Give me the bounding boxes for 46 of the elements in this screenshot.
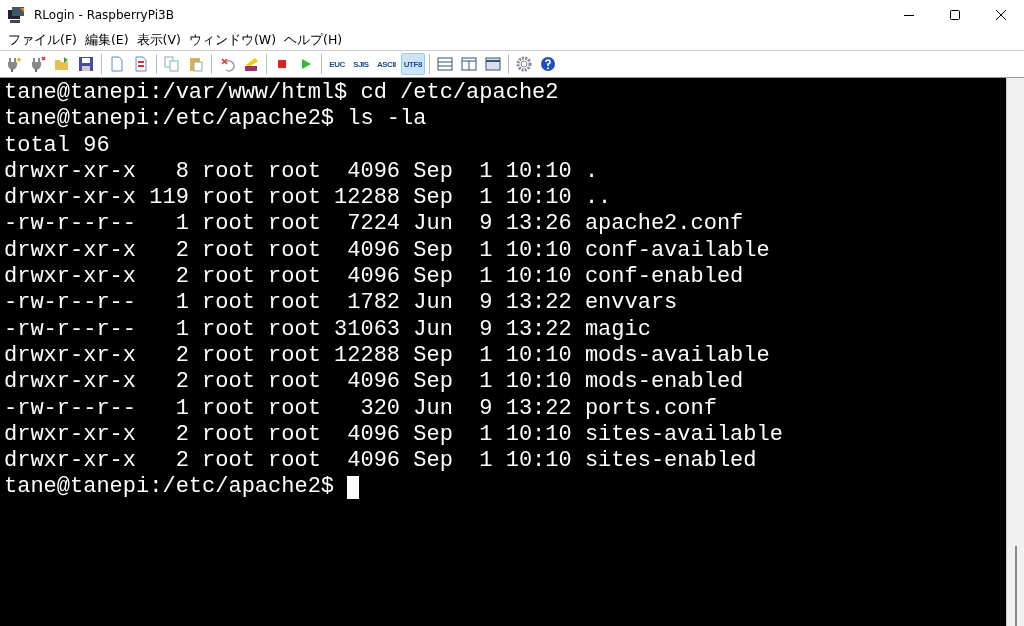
terminal-line: total 96: [4, 132, 111, 159]
terminal-line: drwxr-xr-x 2 root root 4096 Sep 1 10:10 mods-enabled: [4, 369, 745, 396]
terminal-line: drwxr-xr-x 2 root root 4096 Sep 1 10:10 conf-available: [4, 237, 771, 265]
terminal-line: tane@tanepi:/var/www/html$ cd /etc/apache2: [4, 80, 560, 107]
encoding-button[interactable]: ASCII: [374, 53, 399, 75]
copy-icon: [164, 56, 180, 72]
save-icon: [78, 56, 94, 72]
encoding-button[interactable]: UTF8: [400, 53, 425, 75]
folder-icon: [54, 56, 70, 72]
plug-icon: [6, 56, 22, 72]
terminal-line: -rw-r--r-- 1 root root 31063 Jun 9 13:22 magic: [4, 316, 652, 343]
terminal-app-icon: [8, 7, 26, 23]
terminal-line: drwxr-xr-x 2 root root 12288 Sep 1 10:10 mods-available: [4, 342, 771, 370]
scrollbar[interactable]: [1006, 78, 1024, 626]
minimize-icon: [904, 14, 914, 16]
window-layout-icon: [436, 56, 453, 72]
terminal-line: drwxr-xr-x 8 root root 4096 Sep 1 10:10 .: [4, 158, 600, 186]
menu-item[interactable]: ヘルプ(H): [280, 31, 347, 49]
terminal-line: drwxr-xr-x 2 root root 4096 Sep 1 10:10 sites-available: [4, 421, 784, 449]
document-swap-icon: [133, 56, 149, 72]
text-cursor: [347, 476, 360, 500]
help-icon: [539, 56, 556, 72]
plug-icon: [30, 56, 46, 72]
terminal-line: drwxr-xr-x 2 root root 4096 Sep 1 10:10 conf-enabled: [4, 264, 745, 291]
terminal-prompt: tane@tanepi:/etc/apache2$: [4, 474, 335, 501]
menu-item[interactable]: ファイル(F): [4, 31, 81, 49]
menu-item[interactable]: 編集(E): [80, 31, 133, 49]
terminal-screen[interactable]: [0, 78, 1006, 626]
terminal-line: -rw-r--r-- 1 root root 320 Jun 9 13:22 ports.conf: [4, 395, 718, 422]
terminal-line: tane@tanepi:/etc/apache2$ ls -la: [4, 106, 428, 133]
maximize-icon: [950, 10, 960, 20]
paste-icon: [188, 56, 204, 72]
terminal-line: drwxr-xr-x 2 root root 4096 Sep 1 10:10 sites-enabled: [4, 448, 758, 475]
menu-item[interactable]: ウィンドウ(W): [184, 31, 281, 49]
window-icon: [484, 56, 501, 72]
window-title: RLogin - RaspberryPi3B: [34, 8, 175, 22]
split-view-icon: [460, 56, 477, 72]
terminal-line: drwxr-xr-x 119 root root 12288 Sep 1 10:10 ..: [4, 185, 613, 212]
terminal-line: -rw-r--r-- 1 root root 7224 Jun 9 13:26 apache2.conf: [4, 211, 745, 238]
encoding-button[interactable]: EUC: [326, 53, 348, 75]
encoding-button[interactable]: SJIS: [350, 53, 372, 75]
close-icon: [996, 10, 1006, 20]
scrollbar-thumb[interactable]: [1014, 546, 1017, 626]
document-icon: [109, 56, 125, 72]
terminal-line: -rw-r--r-- 1 root root 1782 Jun 9 13:22 envvars: [4, 290, 679, 317]
menu-item[interactable]: 表示(V): [132, 31, 185, 49]
